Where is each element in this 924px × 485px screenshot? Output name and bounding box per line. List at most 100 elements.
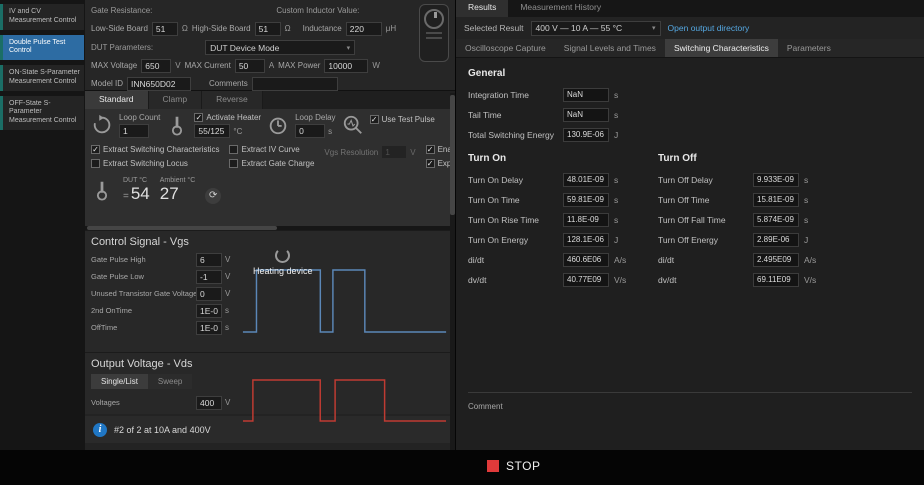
row-label: Turn On Time [468, 195, 563, 205]
inductance-label: Inductance [303, 24, 342, 33]
vds-waveform [241, 374, 449, 426]
row-value[interactable]: NaN [563, 88, 609, 102]
dial-tick [426, 37, 442, 39]
row-label: dv/dt [468, 275, 563, 285]
selected-result-label: Selected Result [464, 23, 524, 33]
tab-switching-characteristics[interactable]: Switching Characteristics [665, 39, 778, 57]
checkbox-extract-gate-charge[interactable]: Extract Gate Charge [229, 159, 314, 168]
scrollbar-thumb[interactable] [87, 226, 277, 230]
row-value[interactable]: 5.874E-09 [753, 213, 799, 227]
gate-pulse-high-input[interactable] [196, 253, 222, 267]
inductance-input[interactable] [346, 22, 382, 36]
tab-clamp[interactable]: Clamp [149, 91, 203, 109]
dut-device-mode-select[interactable]: DUT Device Mode ▾ [205, 40, 355, 55]
row-value[interactable]: NaN [563, 108, 609, 122]
checkbox-icon [426, 159, 435, 168]
max-power-input[interactable] [324, 59, 368, 73]
low-side-board-input[interactable] [152, 22, 178, 36]
offtime-label: OffTime [91, 323, 193, 332]
comments-input[interactable] [252, 77, 338, 91]
row-value[interactable]: 2.495E09 [753, 253, 799, 267]
checkbox-extract-switching-characteristics[interactable]: Extract Switching Characteristics [91, 145, 219, 154]
row-value[interactable]: 69.11E09 [753, 273, 799, 287]
tab-reverse[interactable]: Reverse [202, 91, 263, 109]
dut-device-mode-value: DUT Device Mode [210, 43, 279, 53]
stop-button[interactable]: STOP [487, 459, 540, 473]
checkbox-extract-switching-locus[interactable]: Extract Switching Locus [91, 159, 219, 168]
loop-count-input[interactable] [119, 124, 149, 138]
checkbox-label: Extract IV Curve [241, 145, 299, 154]
row-value[interactable]: 130.9E-06 [563, 128, 609, 142]
loop-delay-input[interactable] [295, 124, 325, 138]
dut-temp-value: 54 [131, 184, 150, 203]
row-unit: s [614, 195, 618, 205]
open-output-directory-link[interactable]: Open output directory [668, 23, 750, 33]
tab-results[interactable]: Results [456, 0, 508, 17]
row-value[interactable]: 59.81E-09 [563, 193, 609, 207]
inductor-dial[interactable] [419, 4, 449, 62]
result-row-turn-on-energy: Turn On Energy 128.1E-06 J [468, 232, 658, 247]
max-power-label: MAX Power [278, 61, 320, 70]
tab-sweep[interactable]: Sweep [148, 374, 192, 389]
sidebar-item-on-state-sparam[interactable]: ON-State S-Parameter Measurement Control [0, 65, 84, 91]
vds-section-title: Output Voltage - Vds [91, 358, 449, 370]
voltages-input[interactable] [196, 396, 222, 410]
tab-oscilloscope-capture[interactable]: Oscilloscope Capture [456, 39, 555, 57]
ambient-temp-label: Ambient °C [160, 177, 195, 184]
status-text: #2 of 2 at 10A and 400V [114, 425, 211, 435]
tab-standard[interactable]: Standard [85, 91, 149, 109]
refresh-temperature-button[interactable]: ⟳ [205, 188, 221, 204]
unused-gate-voltage-input[interactable] [196, 287, 222, 301]
row-unit: s [614, 90, 618, 100]
second-ontime-input[interactable] [196, 304, 222, 318]
selected-result-select[interactable]: 400 V — 10 A — 55 °C ▾ [531, 21, 661, 36]
row-label: di/dt [658, 255, 753, 265]
sidebar-item-off-state-sparam[interactable]: OFF-State S-Parameter Measurement Contro… [0, 96, 84, 130]
offtime-input[interactable] [196, 321, 222, 335]
sidebar-item-double-pulse-control[interactable]: Double Pulse Test Control [0, 35, 84, 61]
comment-section: Comment [468, 392, 912, 450]
output-voltage-vds-section: Output Voltage - Vds Single/List Sweep V… [85, 352, 455, 414]
vgs-resolution-input [381, 145, 407, 159]
model-id-input[interactable] [127, 77, 191, 91]
row-unit: s [804, 195, 808, 205]
sidebar-item-iv-cv-control[interactable]: IV and CV Measurement Control [0, 4, 84, 30]
high-side-board-input[interactable] [255, 22, 281, 36]
gate-pulse-low-input[interactable] [196, 270, 222, 284]
row-value[interactable]: 15.81E-09 [753, 193, 799, 207]
gate-pulse-low-label: Gate Pulse Low [91, 272, 193, 281]
checkbox-extract-iv-curve[interactable]: Extract IV Curve [229, 145, 314, 154]
checkbox-icon [370, 115, 379, 124]
gate-resistance-label: Gate Resistance: [91, 6, 152, 15]
bottom-bar: STOP [0, 450, 924, 485]
horizontal-scrollbar[interactable] [85, 226, 455, 230]
row-value[interactable]: 48.01E-09 [563, 173, 609, 187]
checkbox-activate-heater[interactable]: Activate Heater [194, 113, 261, 122]
row-value[interactable]: 460.6E06 [563, 253, 609, 267]
row-value[interactable]: 11.8E-09 [563, 213, 609, 227]
max-current-input[interactable] [235, 59, 265, 73]
amp-unit: A [269, 61, 274, 70]
dial-tick [426, 32, 442, 34]
checkbox-label: Extract Switching Locus [103, 159, 188, 168]
row-value[interactable]: 2.89E-06 [753, 233, 799, 247]
custom-inductor-label: Custom Inductor Value: [276, 6, 359, 15]
max-voltage-input[interactable] [141, 59, 171, 73]
sidebar-item-label: Double Pulse Test Control [9, 39, 65, 55]
tab-measurement-history[interactable]: Measurement History [508, 0, 613, 17]
model-id-label: Model ID [91, 79, 123, 88]
row-label: di/dt [468, 255, 563, 265]
tab-signal-levels-and-times[interactable]: Signal Levels and Times [555, 39, 665, 57]
comment-area[interactable] [468, 414, 912, 454]
voltages-label: Voltages [91, 398, 193, 407]
comment-label: Comment [468, 402, 503, 411]
busy-spinner-icon [275, 248, 290, 263]
checkbox-use-test-pulse[interactable]: Use Test Pulse [370, 115, 435, 124]
tab-single-list[interactable]: Single/List [91, 374, 148, 389]
heater-temp-input[interactable] [194, 124, 230, 138]
row-value[interactable]: 40.77E09 [563, 273, 609, 287]
row-value[interactable]: 128.1E-06 [563, 233, 609, 247]
row-value[interactable]: 9.933E-09 [753, 173, 799, 187]
tab-parameters[interactable]: Parameters [778, 39, 840, 57]
use-test-pulse-label: Use Test Pulse [382, 115, 435, 124]
